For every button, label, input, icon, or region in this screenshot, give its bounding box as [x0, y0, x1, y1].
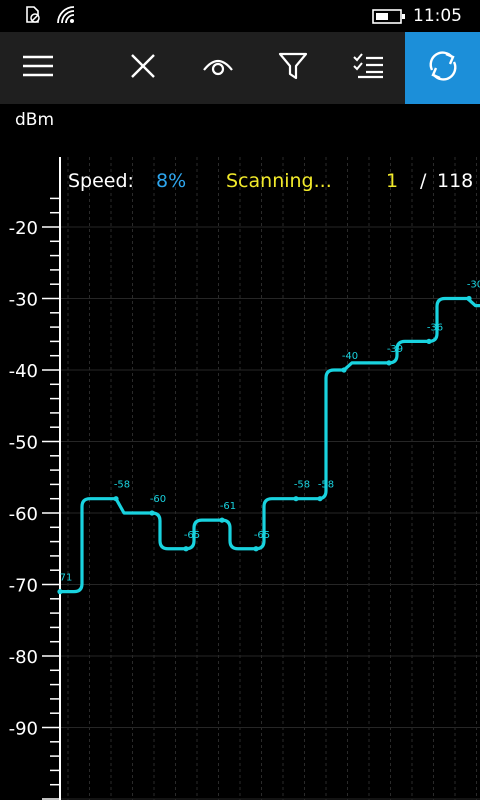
- checklist-icon: [352, 53, 384, 83]
- speed-label: Speed:: [68, 170, 134, 192]
- refresh-icon: [426, 49, 460, 87]
- battery-icon: [372, 9, 406, 29]
- data-label: -30: [467, 280, 480, 291]
- y-tick-label: -80: [9, 647, 38, 668]
- data-label: -58: [318, 480, 334, 491]
- view-button[interactable]: [180, 32, 255, 104]
- data-point: [293, 496, 299, 502]
- clock: 11:05: [413, 6, 462, 26]
- y-tick-label: -50: [9, 433, 38, 454]
- data-point: [183, 546, 189, 552]
- close-icon: [130, 53, 156, 83]
- scan-status: Scanning...: [226, 170, 332, 192]
- y-tick-label: -30: [9, 290, 38, 311]
- hamburger-icon: [22, 54, 54, 82]
- current-count: 1: [386, 170, 399, 192]
- data-point: [149, 510, 155, 516]
- toolbar: [0, 32, 480, 104]
- data-point: [219, 517, 225, 523]
- data-label: -58: [114, 480, 130, 491]
- data-label: -61: [220, 501, 236, 512]
- data-point: [253, 546, 259, 552]
- total-count: 118: [437, 170, 474, 192]
- data-label: -36: [427, 322, 443, 333]
- data-label: 71: [60, 573, 73, 584]
- y-tick-label: -90: [9, 719, 38, 740]
- eye-icon: [202, 55, 234, 81]
- signal-chart: -20 -30 -40 -50 -60 -70 -80 -90 71 -58 -60 -65 -61 -6…: [9, 157, 480, 800]
- wifi-signal-icon: [56, 5, 76, 29]
- refresh-button[interactable]: [405, 32, 480, 104]
- status-bar: 11:05: [0, 0, 480, 32]
- data-point: [386, 360, 392, 366]
- data-label: -65: [254, 530, 270, 541]
- y-tick-label: -40: [9, 361, 38, 382]
- data-point: [426, 338, 432, 344]
- speed-value: 8%: [156, 170, 187, 192]
- y-axis-unit-label: dBm: [15, 110, 55, 130]
- data-label: -40: [342, 351, 358, 362]
- checklist-button[interactable]: [330, 32, 405, 104]
- close-button[interactable]: [105, 32, 180, 104]
- data-point: [113, 496, 119, 502]
- data-label: -60: [150, 494, 166, 505]
- menu-button[interactable]: [0, 32, 75, 104]
- call-forwarding-icon: [24, 5, 42, 29]
- y-tick-label: -20: [9, 218, 38, 239]
- data-label: -39: [387, 344, 403, 355]
- y-tick-label: -60: [9, 504, 38, 525]
- data-label: -58: [294, 480, 310, 491]
- data-label: -65: [184, 530, 200, 541]
- filter-icon: [278, 52, 308, 84]
- signal-line: [60, 296, 480, 594]
- data-point: [57, 589, 63, 595]
- data-point: [341, 367, 347, 373]
- data-point: [317, 496, 323, 502]
- count-separator: /: [420, 170, 427, 192]
- data-point: [466, 295, 472, 302]
- y-tick-label: -70: [9, 576, 38, 597]
- filter-button[interactable]: [255, 32, 330, 104]
